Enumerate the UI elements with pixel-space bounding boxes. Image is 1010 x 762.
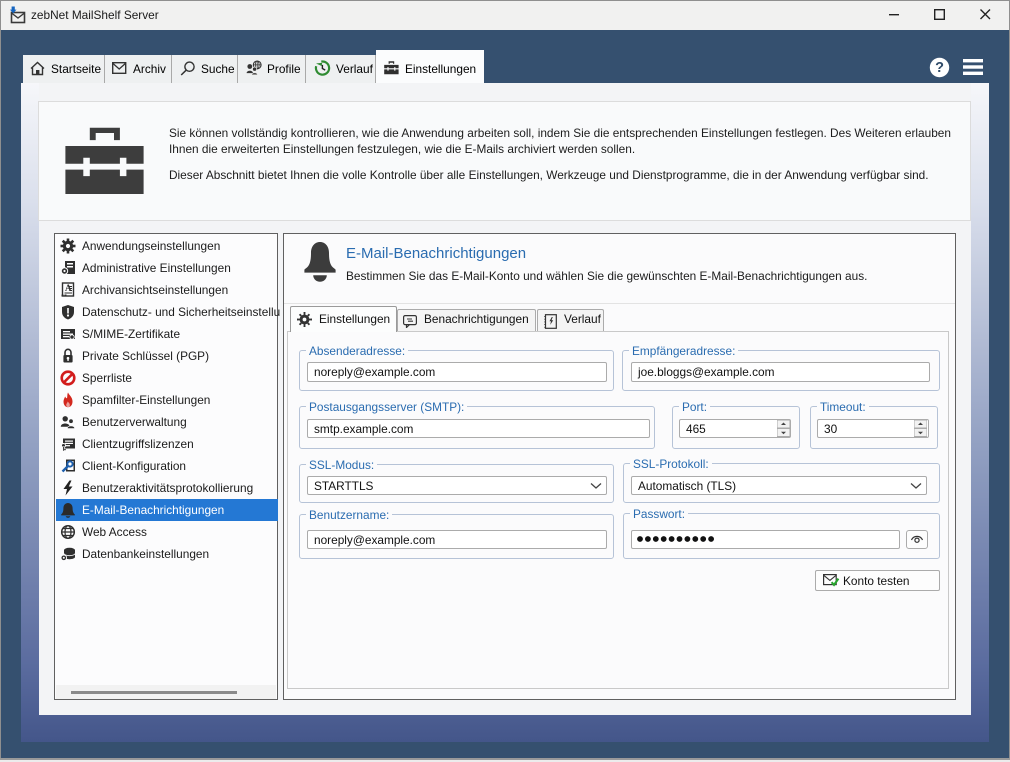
svg-text:?: ? <box>935 60 944 76</box>
